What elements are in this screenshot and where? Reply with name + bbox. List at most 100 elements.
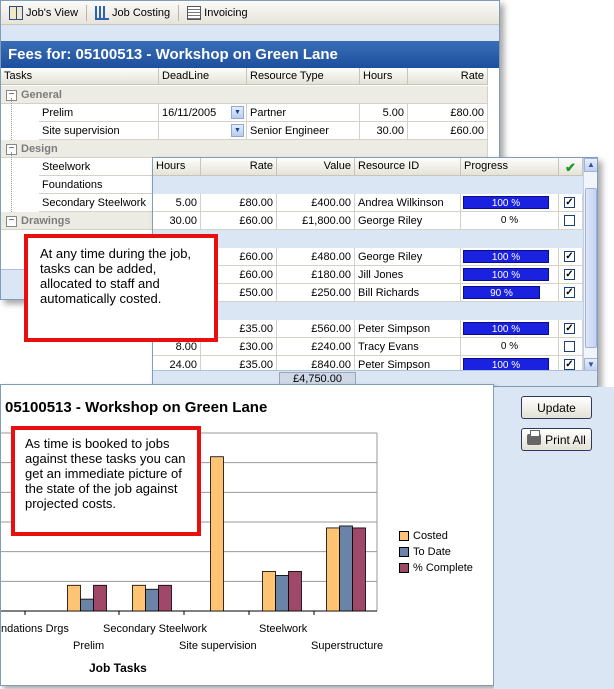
bar — [132, 584, 146, 612]
bar — [210, 456, 224, 612]
task-cell: Secondary Steelwork — [39, 194, 153, 212]
hours-cell: 5.00 — [360, 104, 408, 122]
print-all-label: Print All — [545, 432, 586, 447]
progress-cell: 100 % — [461, 266, 559, 284]
progress-bar: 100 % — [463, 268, 549, 281]
group-label-drawings: Drawings — [1, 212, 153, 230]
callout-tasks-text: At any time during the job, tasks can be… — [40, 246, 192, 306]
value-cell: £180.00 — [277, 266, 355, 284]
resource-id-cell: Tracy Evans — [355, 338, 461, 356]
jobs-view-label: Job's View — [26, 6, 79, 19]
complete-checkbox[interactable]: ✓ — [564, 269, 575, 280]
column-header-hours[interactable]: Hours — [360, 68, 408, 85]
row-spacer — [153, 176, 583, 194]
print-all-button[interactable]: Print All — [521, 428, 592, 451]
scroll-up-icon[interactable]: ▲ — [584, 158, 597, 172]
scroll-thumb[interactable] — [585, 188, 597, 348]
bar — [326, 527, 340, 612]
legend-label: % Complete — [413, 562, 473, 574]
toolbar-divider — [178, 4, 180, 21]
complete-checkbox[interactable]: ✓ — [564, 287, 575, 298]
legend-swatch — [399, 531, 409, 541]
column-header-tasks[interactable]: Tasks — [1, 68, 159, 85]
column-header-resource-type[interactable]: Resource Type — [247, 68, 360, 85]
resource-type-cell: Partner — [247, 104, 360, 122]
group-row-general[interactable]: General − — [1, 86, 499, 104]
column-header-value[interactable]: Value — [277, 158, 355, 176]
complete-checkbox[interactable]: ✓ — [564, 359, 575, 370]
progress-cell: 90 % — [461, 284, 559, 302]
tree-connector — [11, 98, 12, 140]
callout-chart-text: As time is booked to jobs against these … — [25, 436, 186, 511]
value-cell: £250.00 — [277, 284, 355, 302]
invoicing-button[interactable]: Invoicing — [183, 3, 251, 23]
update-label: Update — [537, 400, 576, 415]
progress-label: 0 % — [500, 215, 519, 226]
invoice-icon — [187, 5, 202, 20]
complete-cell: ✓ — [559, 284, 583, 302]
group-row-design[interactable]: Design − — [1, 140, 499, 158]
value-cell: £400.00 — [277, 194, 355, 212]
complete-checkbox[interactable] — [564, 215, 575, 226]
progress-cell: 100 % — [461, 194, 559, 212]
deadline-cell[interactable]: ▼ — [159, 122, 247, 140]
bar — [262, 571, 276, 612]
bar — [80, 598, 94, 612]
progress-bar: 90 % — [463, 286, 540, 299]
jobs-view-button[interactable]: Job's View — [5, 3, 82, 23]
task-cell: Site supervision — [39, 122, 159, 140]
hours-cell: 5.00 — [153, 194, 201, 212]
complete-checkbox[interactable] — [564, 341, 575, 352]
complete-checkbox[interactable]: ✓ — [564, 323, 575, 334]
progress-bar: 100 % — [463, 196, 549, 209]
update-button[interactable]: Update — [521, 396, 592, 419]
resource-window: Hours Rate Value Resource ID Progress ✔ … — [152, 157, 598, 387]
toolbar: Job's View Job Costing Invoicing — [1, 1, 499, 25]
bar — [67, 584, 81, 612]
column-header-resource-id[interactable]: Resource ID — [355, 158, 461, 176]
task-cell: Prelim — [39, 104, 159, 122]
bar — [158, 584, 172, 612]
collapse-icon[interactable]: − — [6, 216, 17, 227]
progress-cell: 0 % — [461, 338, 559, 356]
rate-cell: £60.00 — [408, 122, 488, 140]
bar — [275, 574, 289, 612]
bar — [288, 571, 302, 612]
complete-checkbox[interactable]: ✓ — [564, 251, 575, 262]
value-cell: £480.00 — [277, 248, 355, 266]
table-row[interactable]: Site supervision ▼ Senior Engineer 30.00… — [1, 122, 499, 140]
resource-type-cell: Senior Engineer — [247, 122, 360, 140]
bar — [93, 584, 107, 612]
resource-id-cell: George Riley — [355, 248, 461, 266]
toolbar-divider — [86, 4, 88, 21]
complete-cell — [559, 212, 583, 230]
column-header-rate[interactable]: Rate — [408, 68, 488, 85]
legend-item-complete: % Complete — [399, 560, 473, 576]
complete-cell: ✓ — [559, 194, 583, 212]
resource-id-cell: Bill Richards — [355, 284, 461, 302]
column-header-hours[interactable]: Hours — [153, 158, 201, 176]
legend-swatch — [399, 547, 409, 557]
chevron-down-icon[interactable]: ▼ — [231, 106, 244, 119]
costing-icon — [95, 5, 110, 20]
complete-checkbox[interactable]: ✓ — [564, 197, 575, 208]
value-cell: £240.00 — [277, 338, 355, 356]
task-cell: Steelwork — [39, 158, 153, 176]
book-icon — [9, 5, 23, 20]
column-header-deadline[interactable]: DeadLine — [159, 68, 247, 85]
callout-tasks: At any time during the job, tasks can be… — [24, 234, 218, 342]
table-row[interactable]: Prelim 16/11/2005 ▼ Partner 5.00 £80.00 — [1, 104, 499, 122]
bar — [145, 588, 159, 612]
column-header-progress[interactable]: Progress — [461, 158, 559, 176]
value-cell: £560.00 — [277, 320, 355, 338]
printer-icon — [527, 430, 542, 445]
progress-bar: 100 % — [463, 250, 549, 263]
legend-item-costed: Costed — [399, 528, 473, 544]
x-axis-label: Job Tasks — [89, 661, 147, 675]
job-costing-button[interactable]: Job Costing — [91, 3, 174, 23]
column-header-rate[interactable]: Rate — [201, 158, 277, 176]
checkmark-icon[interactable]: ✔ — [559, 158, 583, 176]
deadline-cell[interactable]: 16/11/2005 ▼ — [159, 104, 247, 122]
vertical-scrollbar[interactable]: ▲ ▼ — [583, 158, 597, 372]
chevron-down-icon[interactable]: ▼ — [231, 124, 244, 137]
